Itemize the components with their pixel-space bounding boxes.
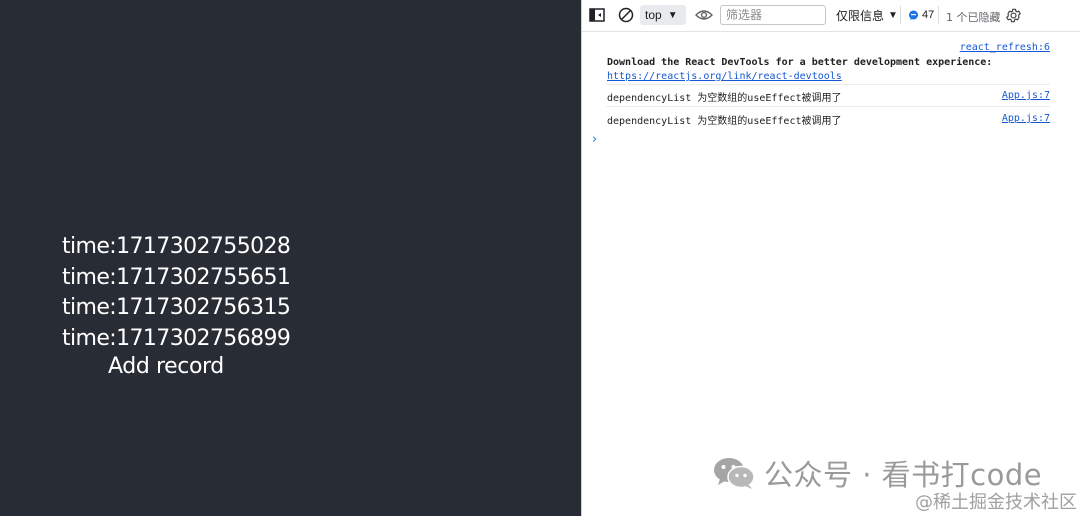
- wechat-logo-icon: [714, 458, 755, 489]
- caret-down-icon: ▼: [888, 9, 898, 21]
- record-item: time:1717302756315: [62, 295, 291, 320]
- add-record-button[interactable]: Add record: [108, 352, 224, 382]
- console-toolbar: top ▼ 仅限信息 ▼ 47 1 个已隐藏: [582, 0, 1080, 32]
- watermark-subtext: @稀土掘金技术社区: [915, 492, 1077, 513]
- context-selector[interactable]: top ▼: [640, 5, 686, 25]
- react-devtools-link[interactable]: https://reactjs.org/link/react-devtools: [607, 71, 842, 82]
- filter-input[interactable]: [720, 5, 826, 25]
- record-item: time:1717302755651: [62, 264, 291, 290]
- sidebar-toggle-icon[interactable]: [588, 7, 606, 23]
- message-text: Download the React DevTools for a better…: [607, 57, 993, 68]
- message-source-link[interactable]: App.js:7: [1002, 113, 1050, 124]
- settings-gear-icon[interactable]: [1004, 6, 1022, 24]
- toolbar-divider: [900, 6, 901, 24]
- toolbar-divider: [938, 6, 939, 24]
- devtools-panel: top ▼ 仅限信息 ▼ 47 1 个已隐藏: [581, 0, 1080, 516]
- caret-down-icon: ▼: [667, 9, 678, 21]
- levels-label: 仅限信息: [836, 8, 885, 23]
- message-text: dependencyList 为空数组的useEffect被调用了: [607, 116, 842, 127]
- console-prompt-icon[interactable]: ›: [592, 132, 597, 147]
- clear-console-icon[interactable]: [617, 6, 635, 24]
- record-item: time:1717302756899: [62, 325, 291, 351]
- message-source-link[interactable]: react_refresh:6: [960, 42, 1050, 53]
- watermark: 公众号 · 看书打code: [712, 455, 1042, 492]
- message-text: dependencyList 为空数组的useEffect被调用了: [607, 93, 842, 104]
- log-levels-dropdown[interactable]: 仅限信息 ▼: [836, 6, 898, 24]
- context-label: top: [645, 8, 662, 22]
- console-message: dependencyList 为空数组的useEffect被调用了 App.js…: [606, 109, 1050, 129]
- react-app-pane: time:1717302755028 time:1717302755651 ti…: [0, 0, 581, 516]
- issues-counter[interactable]: 47: [908, 7, 934, 23]
- console-message: dependencyList 为空数组的useEffect被调用了 App.js…: [606, 86, 1050, 107]
- message-source-link[interactable]: App.js:7: [1002, 90, 1050, 101]
- console-message: react_refresh:6 Download the React DevTo…: [606, 36, 1050, 85]
- eye-icon[interactable]: [694, 7, 714, 23]
- issues-icon: [909, 10, 918, 20]
- hidden-messages-count: 1 个已隐藏: [946, 11, 1001, 24]
- issues-count: 47: [922, 9, 935, 21]
- record-item: time:1717302755028: [62, 234, 291, 259]
- record-list: time:1717302755028 time:1717302755651 ti…: [62, 232, 291, 354]
